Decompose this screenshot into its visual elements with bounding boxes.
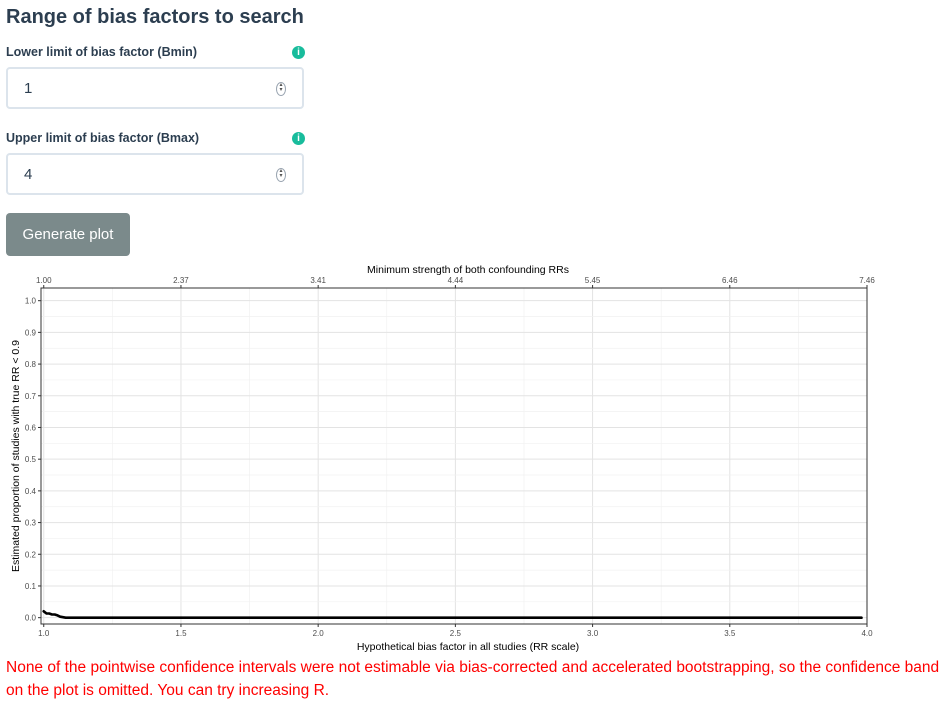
top-tick-label: 2.37 — [173, 276, 189, 285]
bmax-label: Upper limit of bias factor (Bmax) — [6, 131, 200, 145]
plot-frame — [40, 287, 868, 625]
y-tick-label: 0.4 — [25, 487, 37, 496]
y-tick-label: 0.8 — [25, 360, 37, 369]
y-tick-label: 0.6 — [25, 423, 37, 432]
x-tick-label: 1.0 — [38, 629, 50, 638]
x-tick-label: 2.5 — [450, 629, 462, 638]
x-tick-label: 3.5 — [724, 629, 736, 638]
y-tick-label: 0.7 — [25, 392, 37, 401]
bmax-spinner-icon[interactable]: ▴ ▾ — [276, 168, 286, 182]
bmin-input[interactable]: 1 ▴ ▾ — [6, 67, 304, 109]
top-tick-label: 4.44 — [448, 276, 464, 285]
top-tick-label: 6.46 — [722, 276, 738, 285]
bmax-info-icon[interactable]: i — [292, 132, 305, 145]
bmax-input[interactable]: 4 ▴ ▾ — [6, 153, 304, 195]
y-tick-label: 0.3 — [25, 519, 37, 528]
top-tick-label: 1.00 — [36, 276, 52, 285]
y-tick-label: 0.5 — [25, 455, 37, 464]
top-axis-title: Minimum strength of both confounding RRs — [367, 264, 569, 276]
series-line — [42, 609, 863, 620]
top-tick-label: 3.41 — [310, 276, 326, 285]
x-tick-label: 2.0 — [313, 629, 325, 638]
y-axis-title: Estimated proportion of studies with tru… — [10, 340, 22, 572]
bmin-label: Lower limit of bias factor (Bmin) — [6, 45, 197, 59]
y-tick-label: 0.9 — [25, 328, 37, 337]
section-title: Range of bias factors to search — [6, 6, 304, 28]
x-tick-label: 4.0 — [861, 629, 873, 638]
x-tick-label: 3.0 — [587, 629, 599, 638]
y-tick-label: 0.1 — [25, 582, 37, 591]
y-tick-label: 0.0 — [25, 614, 37, 623]
bmin-info-icon[interactable]: i — [292, 46, 305, 59]
top-tick-label: 5.45 — [585, 276, 601, 285]
top-tick-label: 7.46 — [859, 276, 875, 285]
bmin-spinner-icon[interactable]: ▴ ▾ — [276, 82, 286, 96]
bmax-value: 4 — [24, 166, 33, 183]
y-tick-label: 1.0 — [25, 297, 37, 306]
chart-container: 1.0 1.5 2.0 2.5 3.0 3.5 4.0 1.00 2.37 3.41 4.44 5.4… — [0, 258, 951, 658]
x-tick-label: 1.5 — [175, 629, 187, 638]
chart-svg: 1.0 1.5 2.0 2.5 3.0 3.5 4.0 1.00 2.37 3.41 4.44 5.4… — [10, 264, 875, 653]
y-tick-label: 0.2 — [25, 550, 37, 559]
generate-plot-button[interactable]: Generate plot — [6, 213, 130, 256]
x-axis-title: Hypothetical bias factor in all studies … — [357, 641, 579, 653]
warning-message: None of the pointwise confidence interva… — [6, 659, 940, 699]
bmin-value: 1 — [24, 80, 33, 97]
